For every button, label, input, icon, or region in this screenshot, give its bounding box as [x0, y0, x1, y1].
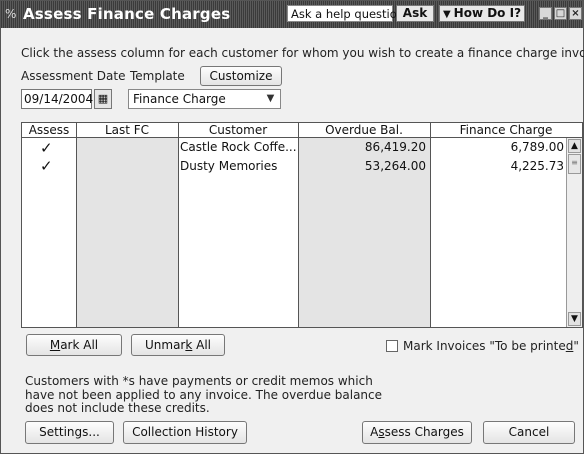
- minimize-icon[interactable]: _: [539, 7, 552, 20]
- unmark-all-label-post: All: [192, 338, 212, 352]
- finance-charge-cell[interactable]: 4,225.73: [432, 158, 564, 174]
- column-divider: [430, 123, 431, 327]
- mark-invoices-pre: Mark Invoices "To be printe: [403, 339, 566, 353]
- scroll-up-icon[interactable]: ▲: [568, 139, 581, 153]
- mark-invoices-post: ": [573, 339, 579, 353]
- cancel-button[interactable]: Cancel: [483, 421, 575, 444]
- customize-button[interactable]: Customize: [200, 66, 282, 86]
- help-question-input[interactable]: Ask a help question: [287, 5, 404, 22]
- mark-invoices-label: Mark Invoices "To be printed": [403, 339, 579, 353]
- unmark-all-label-pre: Unmar: [144, 338, 186, 352]
- unmark-all-button[interactable]: Unmark All: [131, 334, 225, 356]
- last-fc-column: [76, 138, 178, 327]
- customer-credits-note: Customers with *s have payments or credi…: [25, 374, 383, 415]
- template-select[interactable]: Finance Charge ▼: [128, 89, 281, 109]
- how-do-i-button[interactable]: ▼ How Do I?: [439, 5, 525, 22]
- finance-charges-table: Assess Last FC Customer Overdue Bal. Fin…: [21, 122, 583, 328]
- mark-all-button[interactable]: Mark All: [26, 334, 122, 356]
- scroll-down-icon[interactable]: ▼: [568, 312, 581, 326]
- mark-invoices-checkbox[interactable]: [386, 340, 398, 352]
- overdue-balance-cell: 86,419.20: [364, 140, 426, 154]
- column-divider: [178, 123, 179, 327]
- mark-all-mnemonic: M: [49, 338, 61, 352]
- calendar-icon[interactable]: ▦: [94, 89, 112, 109]
- customer-cell[interactable]: Dusty Memories: [180, 158, 296, 174]
- finance-charge-icon: %: [5, 7, 17, 21]
- assessment-date-field[interactable]: 09/14/2004: [21, 89, 93, 109]
- how-do-i-label: How Do I?: [453, 6, 522, 20]
- scroll-thumb[interactable]: ≡: [568, 154, 581, 174]
- assess-charges-button[interactable]: Assess Charges: [362, 421, 472, 444]
- template-select-value: Finance Charge: [133, 92, 226, 106]
- column-divider: [76, 123, 77, 327]
- overdue-balance-cell: 53,264.00: [364, 159, 426, 173]
- header-assess: Assess: [22, 123, 76, 138]
- assess-checkmark[interactable]: ✓: [40, 140, 53, 156]
- assess-checkmark[interactable]: ✓: [40, 158, 53, 174]
- table-scrollbar[interactable]: ▲ ≡ ▼: [566, 138, 582, 327]
- title-bar: % Assess Finance Charges Ask a help ques…: [1, 1, 583, 28]
- instructions-text: Click the assess column for each custome…: [21, 46, 584, 60]
- header-last-fc: Last FC: [76, 123, 178, 138]
- assessment-date-label: Assessment Date: [21, 69, 126, 83]
- chevron-down-icon[interactable]: ▼: [262, 91, 279, 107]
- settings-button[interactable]: Settings...: [25, 421, 114, 444]
- ask-button[interactable]: Ask: [396, 5, 434, 22]
- header-customer: Customer: [178, 123, 298, 138]
- maximize-icon[interactable]: □: [554, 7, 567, 20]
- collection-history-button[interactable]: Collection History: [123, 421, 247, 444]
- column-divider: [298, 123, 299, 327]
- header-finance-charge: Finance Charge: [430, 123, 582, 138]
- customer-cell[interactable]: Castle Rock Coffe...: [180, 139, 296, 155]
- assess-charges-post: sess Charges: [384, 425, 464, 439]
- dropdown-triangle-icon: ▼: [442, 9, 451, 20]
- close-icon[interactable]: ×: [569, 7, 582, 20]
- mark-all-label: ark All: [60, 338, 99, 352]
- template-label: Template: [130, 69, 185, 83]
- header-overdue-bal: Overdue Bal.: [298, 123, 430, 138]
- assess-finance-charges-window: % Assess Finance Charges Ask a help ques…: [0, 0, 584, 454]
- window-title: Assess Finance Charges: [23, 5, 231, 23]
- finance-charge-cell[interactable]: 6,789.00: [432, 139, 564, 155]
